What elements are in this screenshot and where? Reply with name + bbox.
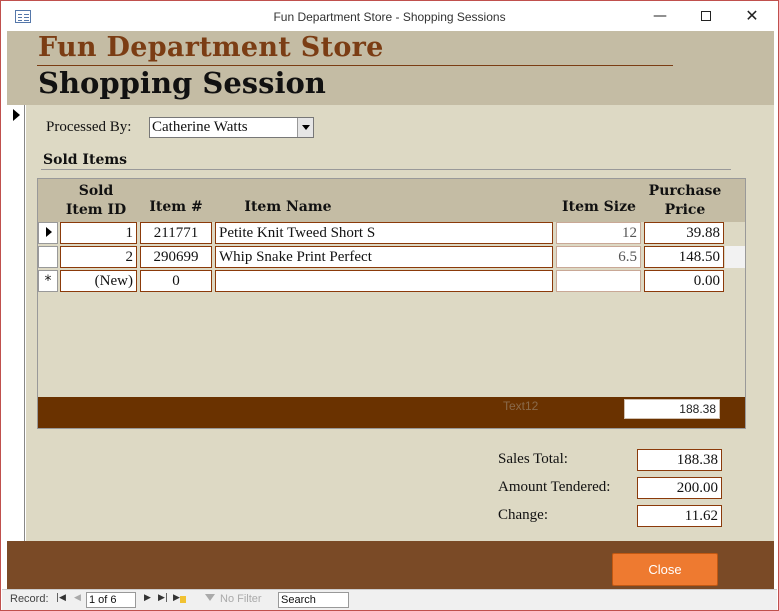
no-filter-button[interactable]: No Filter bbox=[220, 593, 262, 605]
first-record-icon[interactable]: |◀ bbox=[56, 593, 66, 603]
close-button[interactable]: Close bbox=[612, 553, 718, 586]
col-item-size: Item Size bbox=[562, 199, 636, 215]
col-sold-item-id: Sold Item ID bbox=[57, 182, 135, 220]
sold-items-divider bbox=[41, 169, 731, 170]
last-record-icon[interactable]: ▶| bbox=[158, 593, 168, 603]
row-selector[interactable] bbox=[38, 246, 58, 268]
col-purchase-price-line1: Purchase bbox=[648, 183, 722, 199]
form-header: Fun Department Store Shopping Session bbox=[7, 31, 774, 105]
new-record-star-icon bbox=[180, 596, 186, 603]
minimize-button[interactable]: — bbox=[637, 1, 683, 31]
new-record-icon[interactable]: ▶ bbox=[173, 593, 180, 603]
form-footer: Close bbox=[7, 541, 774, 589]
next-record-icon[interactable]: ▶ bbox=[144, 593, 151, 603]
cell-item-name-new[interactable] bbox=[215, 270, 553, 292]
previous-record-icon[interactable]: ◀ bbox=[74, 593, 81, 603]
row-highlight bbox=[725, 246, 745, 268]
amount-tendered-label: Amount Tendered: bbox=[498, 479, 611, 495]
sales-total-field[interactable]: 188.38 bbox=[637, 449, 722, 471]
cell-purchase-price[interactable]: 39.88 bbox=[644, 222, 724, 244]
cell-item-number[interactable]: 290699 bbox=[140, 246, 212, 268]
page-title: Shopping Session bbox=[38, 66, 326, 100]
window-close-button[interactable]: ✕ bbox=[729, 1, 775, 31]
processed-by-value: Catherine Watts bbox=[152, 119, 248, 135]
text12-label: Text12 bbox=[503, 399, 539, 413]
col-purchase-price: Purchase Price bbox=[643, 182, 727, 220]
cell-purchase-price-new[interactable]: 0.00 bbox=[644, 270, 724, 292]
form-detail: Processed By: Catherine Watts Sold Items… bbox=[26, 105, 774, 541]
cell-item-name[interactable]: Whip Snake Print Perfect bbox=[215, 246, 553, 268]
app-window: Fun Department Store - Shopping Sessions… bbox=[0, 0, 779, 611]
processed-by-combo[interactable]: Catherine Watts bbox=[149, 117, 314, 138]
amount-tendered-field[interactable]: 200.00 bbox=[637, 477, 722, 499]
chevron-down-icon[interactable] bbox=[297, 118, 313, 137]
cell-item-name[interactable]: Petite Knit Tweed Short S bbox=[215, 222, 553, 244]
new-record-selector[interactable]: * bbox=[38, 270, 58, 292]
sold-items-title: Sold Items bbox=[43, 152, 128, 168]
cell-sold-item-id-new[interactable]: (New) bbox=[60, 270, 137, 292]
cell-sold-item-id[interactable]: 1 bbox=[60, 222, 137, 244]
store-name: Fun Department Store bbox=[38, 32, 384, 63]
col-item-number: Item # bbox=[149, 199, 203, 215]
record-label: Record: bbox=[10, 593, 49, 605]
cell-item-number[interactable]: 211771 bbox=[140, 222, 212, 244]
change-field[interactable]: 11.62 bbox=[637, 505, 722, 527]
col-item-name: Item Name bbox=[244, 199, 332, 215]
change-label: Change: bbox=[498, 507, 548, 523]
col-purchase-price-line2: Price bbox=[664, 202, 706, 218]
current-record-arrow-icon bbox=[13, 109, 20, 121]
cell-item-size-new[interactable] bbox=[556, 270, 641, 292]
filter-icon bbox=[205, 594, 215, 601]
cell-item-size[interactable]: 12 bbox=[556, 222, 641, 244]
search-input[interactable]: Search bbox=[278, 592, 349, 608]
col-sold-item-id-line2: Item ID bbox=[65, 202, 127, 218]
subform-total-field[interactable]: 188.38 bbox=[624, 399, 720, 419]
cell-purchase-price[interactable]: 148.50 bbox=[644, 246, 724, 268]
current-record-field[interactable]: 1 of 6 bbox=[86, 592, 136, 608]
cell-sold-item-id[interactable]: 2 bbox=[60, 246, 137, 268]
sold-items-subform: Sold Item ID Item # Item Name Item Size … bbox=[37, 178, 746, 429]
maximize-icon bbox=[701, 11, 711, 21]
title-bar: Fun Department Store - Shopping Sessions… bbox=[1, 1, 778, 31]
processed-by-label: Processed By: bbox=[46, 119, 132, 135]
row-selector-current[interactable] bbox=[38, 222, 58, 244]
maximize-button[interactable] bbox=[683, 1, 729, 31]
cell-item-size[interactable]: 6.5 bbox=[556, 246, 641, 268]
subform-footer: Text12 188.38 bbox=[38, 397, 745, 428]
col-sold-item-id-line1: Sold bbox=[78, 183, 114, 199]
record-selector[interactable] bbox=[7, 105, 25, 541]
cell-item-number-new[interactable]: 0 bbox=[140, 270, 212, 292]
subform-header: Sold Item ID Item # Item Name Item Size … bbox=[38, 179, 745, 222]
sales-total-label: Sales Total: bbox=[498, 451, 568, 467]
record-navigation-bar: Record: |◀ ◀ 1 of 6 ▶ ▶| ▶ No Filter Sea… bbox=[2, 589, 777, 610]
